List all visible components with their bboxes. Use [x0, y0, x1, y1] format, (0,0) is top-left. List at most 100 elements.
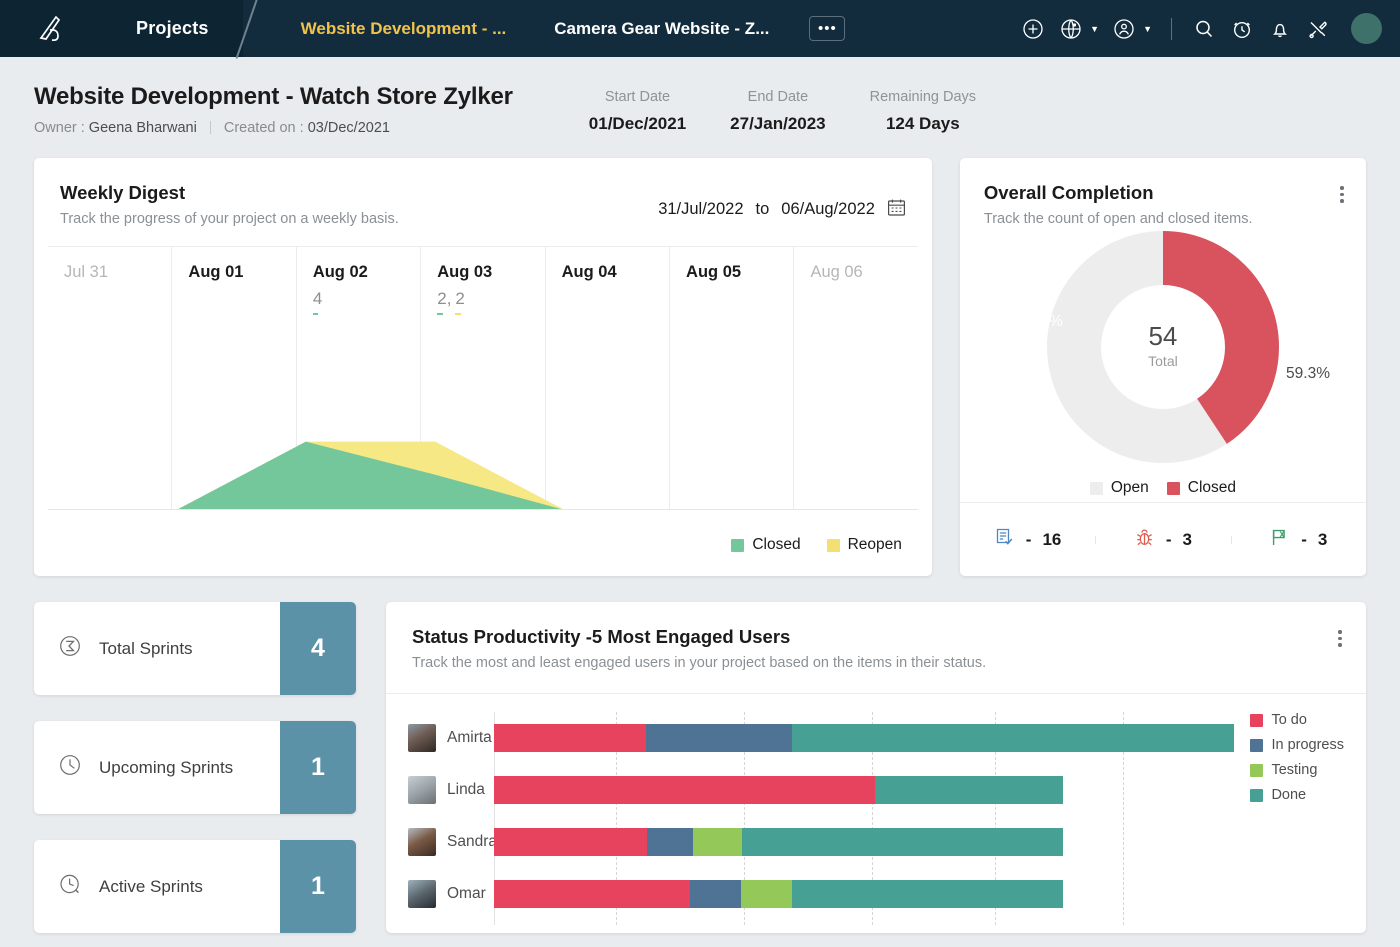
- clock-icon[interactable]: [1227, 14, 1257, 44]
- range-to-label: to: [755, 200, 770, 218]
- stat-tasks[interactable]: - 16: [960, 527, 1095, 553]
- chevron-down-icon[interactable]: ▼: [1143, 24, 1152, 34]
- status-productivity-menu-button[interactable]: [1338, 626, 1342, 671]
- bar-segment-done: [791, 724, 1235, 752]
- avatar: [408, 880, 436, 908]
- legend-label: Reopen: [847, 536, 902, 553]
- table-row[interactable]: [494, 764, 1238, 816]
- owner-label: Owner :: [34, 120, 85, 136]
- bell-icon[interactable]: [1265, 14, 1295, 44]
- nav-separator: [243, 0, 277, 57]
- legend-swatch-icon: [1250, 738, 1264, 752]
- tools-icon[interactable]: [1303, 14, 1333, 44]
- globe-icon[interactable]: [1056, 14, 1086, 44]
- chevron-down-icon[interactable]: ▼: [1090, 24, 1099, 34]
- stat-value: 3: [1182, 529, 1192, 549]
- legend-swatch-icon: [731, 538, 745, 552]
- legend-label: Testing: [1271, 762, 1318, 778]
- user-row[interactable]: Amirta: [408, 712, 494, 764]
- stat-dash: -: [1025, 529, 1032, 549]
- user-row[interactable]: Sandra: [408, 816, 497, 868]
- avatar: [408, 828, 436, 856]
- avatar[interactable]: [1351, 13, 1382, 44]
- overall-completion-title: Overall Completion: [983, 182, 1154, 203]
- sprint-card-total[interactable]: Total Sprints 4: [34, 602, 356, 695]
- legend-item-reopen[interactable]: Reopen: [826, 536, 902, 554]
- user-row[interactable]: Linda: [408, 764, 494, 816]
- user-name: Sandra: [447, 833, 497, 850]
- status-productivity-title: Status Productivity -5 Most Engaged User…: [412, 626, 791, 647]
- legend-label: In progress: [1271, 737, 1344, 753]
- stacked-bar: [494, 776, 1064, 804]
- status-productivity-description: Track the most and least engaged users i…: [412, 655, 987, 671]
- task-icon: [994, 527, 1015, 553]
- bar-segment-to-do: [494, 828, 647, 856]
- dashboard-row-bottom: Total Sprints 4 Upcoming Sprints 1 Activ…: [34, 602, 1366, 933]
- legend-item-to-do[interactable]: To do: [1250, 712, 1344, 728]
- zoho-projects-logo-icon: [34, 12, 68, 46]
- start-date-label: Start Date: [604, 89, 671, 105]
- legend-swatch-icon: [1250, 763, 1264, 777]
- divider: [1171, 17, 1172, 40]
- plus-circle-icon[interactable]: [1018, 14, 1048, 44]
- weekly-digest-area-series: [176, 441, 565, 510]
- stat-milestones[interactable]: - 3: [1230, 527, 1366, 553]
- legend-label: Open: [1110, 479, 1149, 496]
- bar-segment-to-do: [494, 776, 876, 804]
- top-bar-actions: ▼ ▼: [1018, 0, 1400, 57]
- overall-completion-donut-chart: 54 Total 40.7% 59.3%: [960, 227, 1366, 473]
- overall-completion-legend: Open Closed: [960, 479, 1366, 497]
- legend-item-done[interactable]: Done: [1250, 787, 1344, 803]
- sprint-count: 4: [280, 602, 356, 695]
- table-row[interactable]: [494, 816, 1238, 868]
- legend-item-closed[interactable]: Closed: [731, 536, 801, 554]
- user-circle-icon[interactable]: [1109, 14, 1139, 44]
- calendar-icon[interactable]: [887, 198, 906, 222]
- tab-overflow-button[interactable]: •••: [809, 16, 846, 41]
- sprint-card-active[interactable]: Active Sprints 1: [34, 840, 356, 933]
- nav-projects[interactable]: Projects: [102, 0, 243, 57]
- user-axis: Amirta Linda Sandra Omar: [386, 712, 497, 925]
- weekly-digest-title: Weekly Digest: [60, 182, 186, 203]
- legend-item-in-progress[interactable]: In progress: [1250, 737, 1344, 753]
- search-icon[interactable]: [1189, 14, 1219, 44]
- weekly-digest-header: Weekly Digest Track the progress of your…: [34, 158, 932, 227]
- bar-segment-testing: [693, 828, 742, 856]
- project-identity: Website Development - Watch Store Zylker…: [34, 83, 513, 136]
- avatar: [408, 776, 436, 804]
- bar-segment-in-progress: [690, 880, 741, 908]
- status-bars: [494, 712, 1238, 925]
- overall-completion-description: Track the count of open and closed items…: [983, 211, 1253, 227]
- table-row[interactable]: [494, 868, 1238, 920]
- created-date: 03/Dec/2021: [307, 120, 390, 136]
- sprint-card-upcoming[interactable]: Upcoming Sprints 1: [34, 721, 356, 814]
- table-row[interactable]: [494, 712, 1238, 764]
- legend-item-closed[interactable]: Closed: [1166, 479, 1236, 497]
- weekly-digest-description: Track the progress of your project on a …: [60, 211, 399, 227]
- date-range-selector[interactable]: 31/Jul/2022 to 06/Aug/2022: [658, 182, 906, 227]
- stat-bugs[interactable]: - 3: [1095, 527, 1230, 553]
- tab-camera-gear-website[interactable]: Camera Gear Website - Z...: [530, 0, 793, 57]
- stat-dash: -: [1165, 529, 1172, 549]
- user-row[interactable]: Omar: [408, 868, 494, 920]
- overall-completion-menu-button[interactable]: [1340, 182, 1344, 227]
- stat-value: 16: [1042, 529, 1062, 549]
- app-logo[interactable]: [0, 0, 102, 57]
- created-label: Created on :: [223, 120, 304, 136]
- legend-item-open[interactable]: Open: [1089, 479, 1149, 497]
- sprint-summary-list: Total Sprints 4 Upcoming Sprints 1 Activ…: [34, 602, 356, 933]
- sprint-count: 1: [280, 840, 356, 933]
- range-start: 31/Jul/2022: [658, 200, 744, 218]
- stacked-bar: [494, 880, 1064, 908]
- overall-completion-header: Overall Completion Track the count of op…: [960, 158, 1366, 227]
- chart-baseline: [48, 509, 918, 510]
- end-date-block: End Date 27/Jan/2023: [708, 89, 847, 134]
- overall-completion-titles: Overall Completion Track the count of op…: [984, 182, 1253, 227]
- sprint-card-body: Upcoming Sprints: [34, 721, 280, 814]
- stacked-bar: [494, 828, 1064, 856]
- donut-center-label: 54 Total: [1148, 321, 1178, 369]
- tab-website-development[interactable]: Website Development - ...: [277, 0, 531, 57]
- user-name: Omar: [447, 885, 486, 902]
- bug-icon: [1134, 527, 1155, 553]
- legend-item-testing[interactable]: Testing: [1250, 762, 1344, 778]
